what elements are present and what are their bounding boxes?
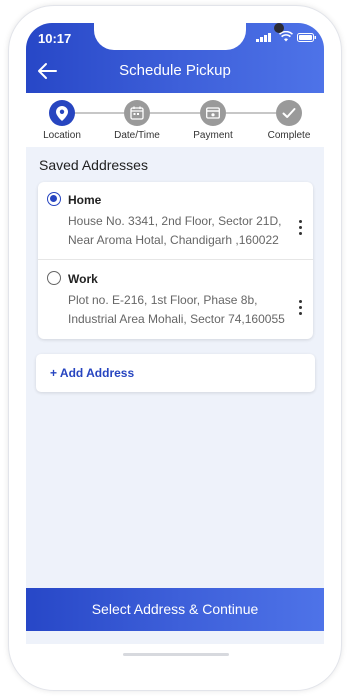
step-connector (226, 112, 276, 114)
step-label-complete: Complete (267, 130, 311, 141)
step-label-payment: Payment (193, 130, 233, 141)
address-list-card: Home House No. 3341, 2nd Floor, Sector 2… (38, 182, 313, 339)
step-payment[interactable] (200, 100, 226, 126)
add-address-label: + Add Address (50, 366, 135, 380)
device-notch (94, 23, 284, 50)
payment-icon (206, 107, 220, 119)
address-name: Work (68, 272, 98, 286)
step-date-time[interactable] (124, 100, 150, 126)
step-complete[interactable] (276, 100, 302, 126)
wifi-icon (279, 31, 293, 42)
camera-dot (274, 23, 284, 33)
divider (38, 259, 313, 260)
status-time: 10:17 (38, 31, 72, 46)
progress-stepper: Location Date/Time Payment Complete (26, 93, 324, 147)
address-name: Home (68, 193, 102, 207)
step-label-date-time: Date/Time (114, 130, 160, 141)
checkmark-icon (282, 108, 296, 118)
more-options-icon[interactable] (294, 220, 306, 240)
radio-home[interactable] (47, 192, 61, 206)
more-options-icon[interactable] (294, 300, 306, 320)
step-connector (150, 112, 200, 114)
home-indicator (123, 653, 229, 656)
app-screen: 10:17 Schedule Pickup Location Date/Time… (26, 23, 324, 644)
section-title: Saved Addresses (39, 157, 148, 173)
add-address-button[interactable]: + Add Address (36, 354, 315, 392)
select-address-continue-button[interactable]: Select Address & Continue (26, 588, 324, 631)
address-line-2: Near Aroma Hotal, Chandigarh ,160022 (68, 233, 279, 247)
address-line-2: Industrial Area Mohali, Sector 74,160055 (68, 312, 285, 326)
location-pin-icon (56, 105, 68, 121)
battery-icon (297, 33, 316, 42)
radio-work[interactable] (47, 271, 61, 285)
app-bar: 10:17 Schedule Pickup (26, 23, 324, 93)
address-line-1: Plot no. E-216, 1st Floor, Phase 8b, (68, 293, 258, 307)
step-label-location: Location (43, 130, 81, 141)
signal-icon (256, 33, 271, 42)
calendar-icon (130, 106, 144, 120)
page-title: Schedule Pickup (119, 62, 231, 79)
step-location[interactable] (49, 100, 75, 126)
address-line-1: House No. 3341, 2nd Floor, Sector 21D, (68, 214, 282, 228)
